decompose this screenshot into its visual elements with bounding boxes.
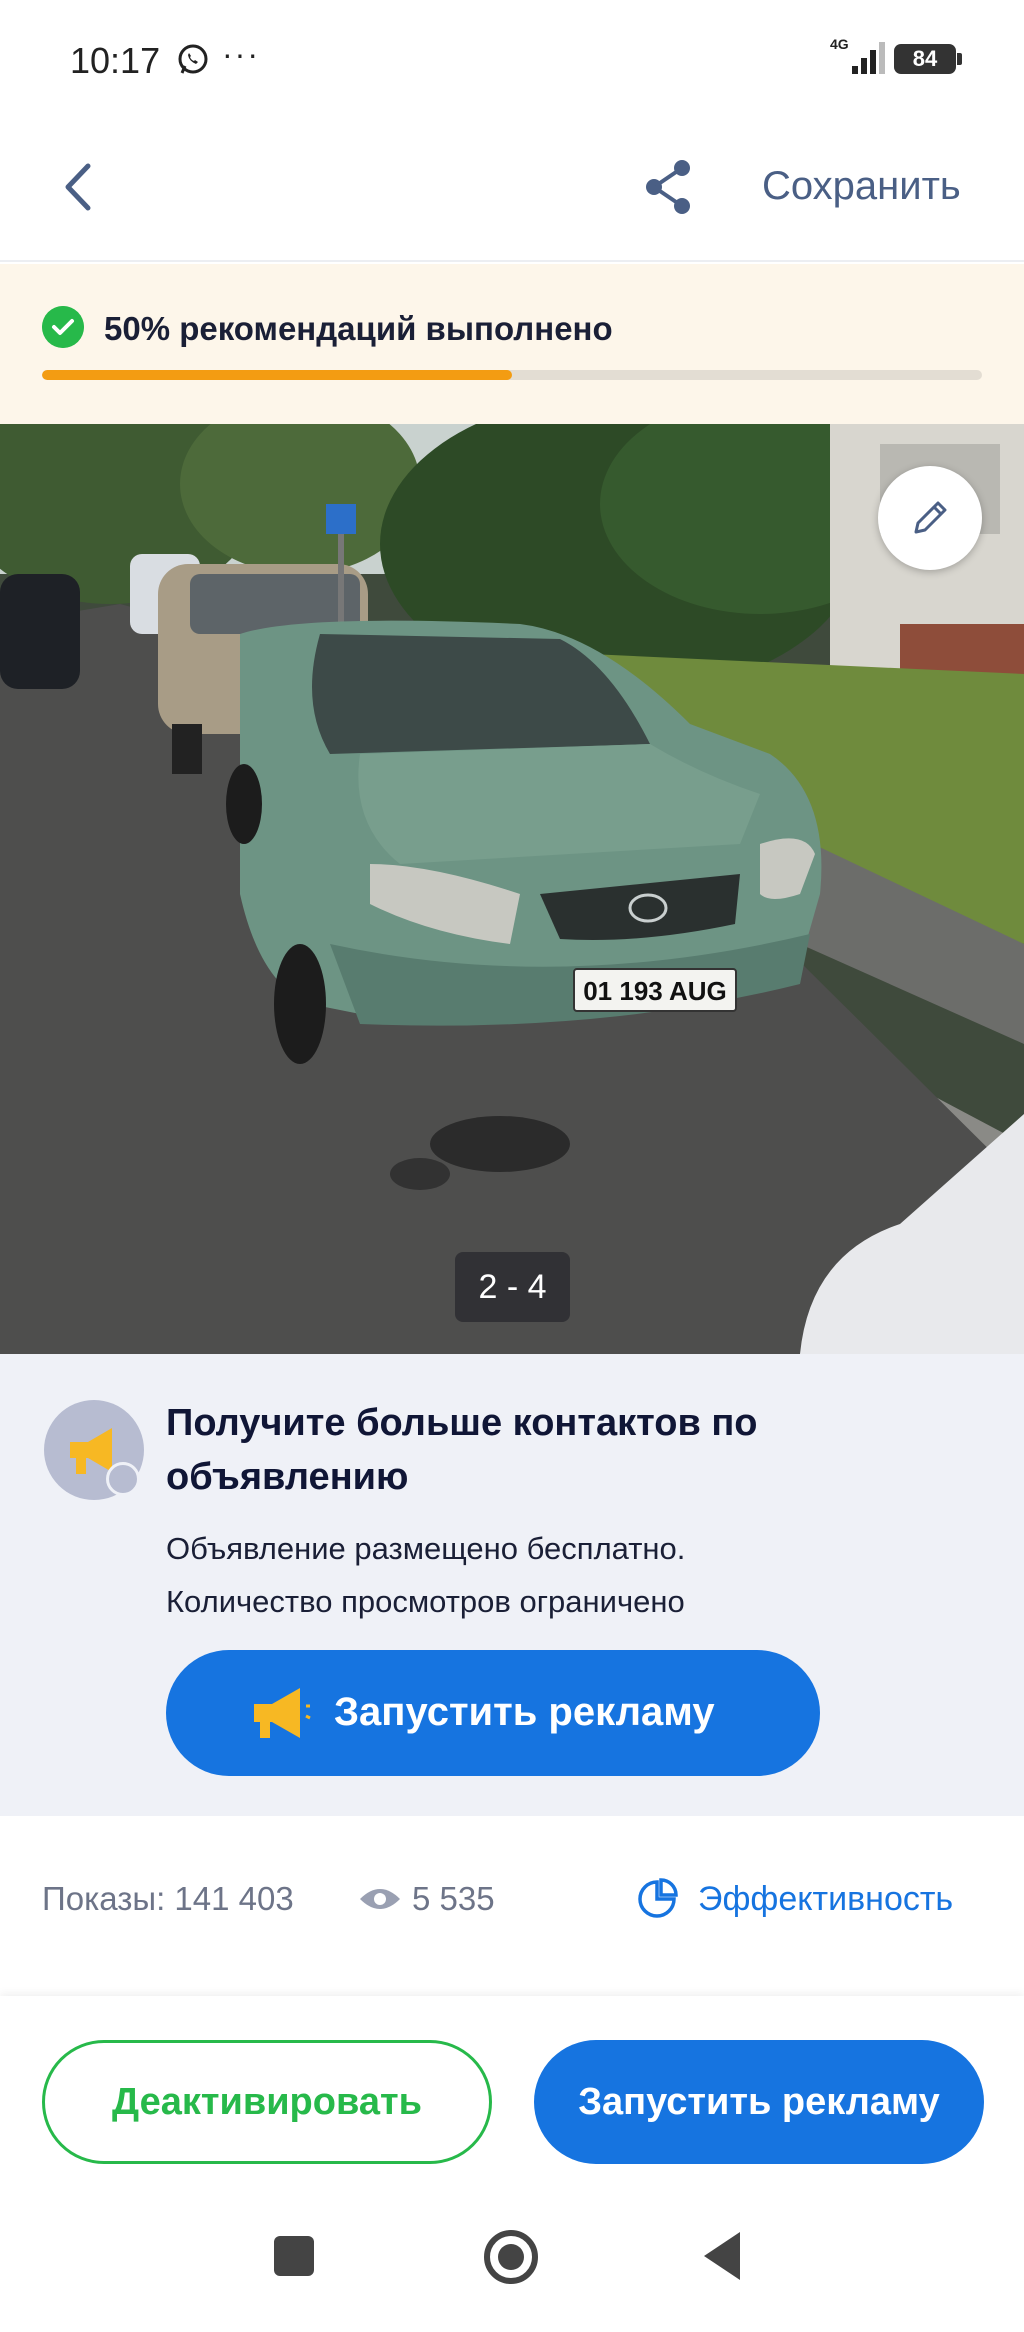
promo-launch-ads-button[interactable]: Запустить рекламу bbox=[166, 1650, 820, 1776]
megaphone-icon bbox=[254, 1688, 311, 1738]
stats-row: Показы: 141 403 5 535 Эффективность bbox=[0, 1816, 1024, 1996]
effectiveness-link[interactable]: Эффективность bbox=[698, 1880, 953, 1919]
car-photo-image: 01 193 AUG bbox=[0, 424, 1024, 1354]
recommendations-text: 50% рекомендаций выполнено bbox=[104, 310, 613, 347]
photo-counter: 2 - 4 bbox=[455, 1252, 570, 1322]
status-time: 10:17 bbox=[70, 40, 161, 81]
home-icon[interactable] bbox=[484, 2230, 538, 2284]
promo-title: Получите больше контактов по объявлению bbox=[166, 1402, 758, 1498]
pencil-icon bbox=[914, 501, 947, 534]
edit-photo-button[interactable] bbox=[878, 466, 982, 570]
eye-icon bbox=[360, 1889, 400, 1909]
recent-apps-icon[interactable] bbox=[274, 2236, 314, 2276]
promo-card: Получите больше контактов по объявлению … bbox=[0, 1354, 1024, 1816]
deactivate-button[interactable]: Деактивировать bbox=[42, 2040, 492, 2164]
promo-launch-ads-label: Запустить рекламу bbox=[334, 1690, 715, 1734]
check-icon bbox=[106, 1462, 140, 1496]
whatsapp-icon bbox=[178, 44, 208, 74]
pie-chart-icon[interactable] bbox=[636, 1878, 678, 1920]
promo-description: Объявление размещено бесплатно. Количест… bbox=[166, 1522, 966, 1628]
back-icon[interactable] bbox=[704, 2232, 740, 2280]
system-nav-bar bbox=[0, 2186, 1024, 2332]
notification-more-icon: ··· bbox=[222, 36, 260, 72]
share-icon[interactable] bbox=[634, 152, 704, 222]
back-arrow-icon[interactable] bbox=[46, 152, 116, 222]
launch-ads-button[interactable]: Запустить рекламу bbox=[534, 2040, 984, 2164]
promo-desc-line1: Объявление размещено бесплатно. bbox=[166, 1531, 686, 1566]
recommendations-progress-bar bbox=[42, 370, 982, 380]
listing-photo[interactable]: 01 193 AUG bbox=[0, 424, 1024, 1354]
check-circle-icon bbox=[42, 306, 84, 348]
recommendations-progress-fill bbox=[42, 370, 512, 380]
impressions-count: Показы: 141 403 bbox=[42, 1880, 294, 1917]
battery-indicator: 84 bbox=[894, 44, 962, 74]
promo-desc-line2: Количество просмотров ограничено bbox=[166, 1584, 685, 1619]
license-plate: 01 193 AUG bbox=[583, 976, 727, 1006]
bottom-action-bar: Деактивировать Запустить рекламу bbox=[0, 1996, 1024, 2186]
views-count: 5 535 bbox=[412, 1880, 495, 1917]
signal-icon bbox=[852, 42, 885, 74]
top-app-bar: Сохранить bbox=[0, 120, 1024, 262]
status-bar: 10:17 ··· 4G 84 bbox=[0, 0, 1024, 120]
recommendations-banner[interactable]: 50% рекомендаций выполнено bbox=[0, 264, 1024, 424]
save-button[interactable]: Сохранить bbox=[762, 164, 961, 209]
